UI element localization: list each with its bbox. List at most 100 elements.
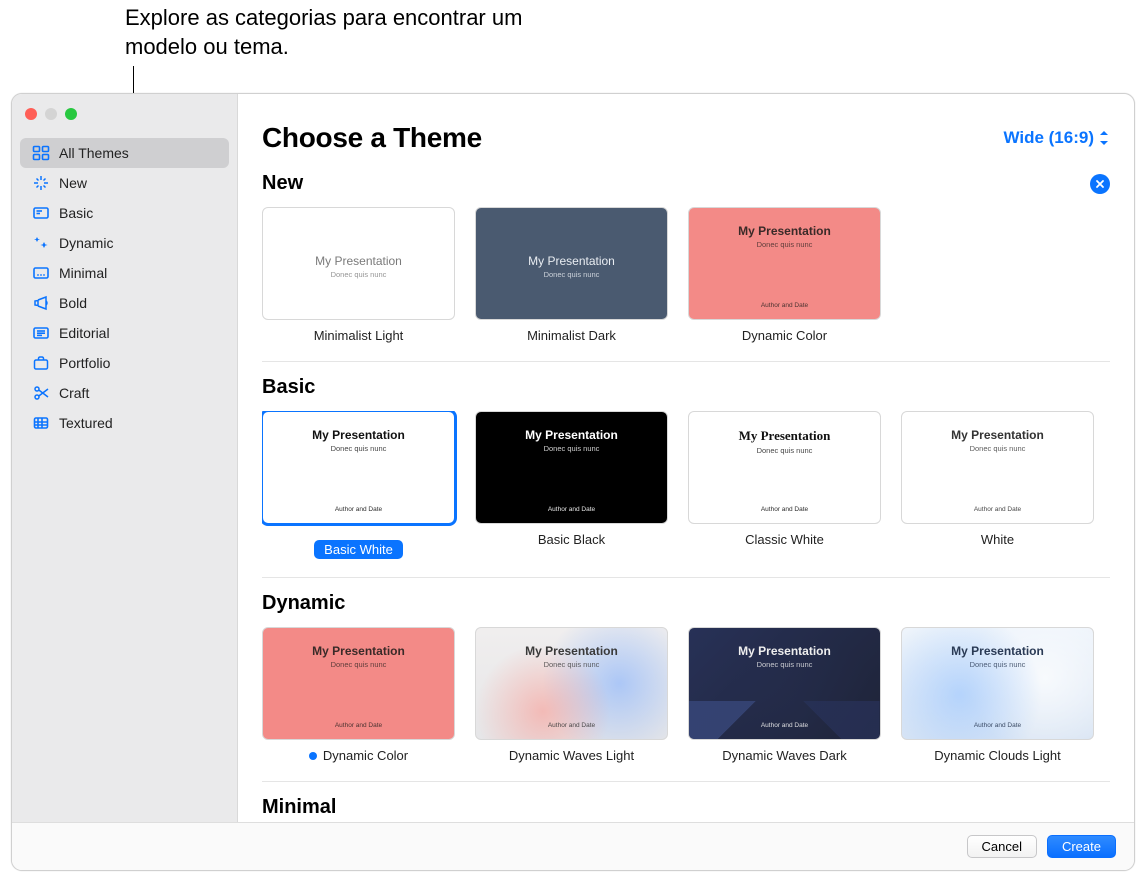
slide-author: Author and Date xyxy=(703,506,866,513)
theme-dynamic-color[interactable]: My PresentationDonec quis nuncAuthor and… xyxy=(262,627,455,763)
theme-label: Dynamic Waves Light xyxy=(475,748,668,763)
footer-bar: Cancel Create xyxy=(12,822,1134,870)
theme-label: Minimalist Dark xyxy=(475,328,668,343)
close-window-button[interactable] xyxy=(25,108,37,120)
help-annotation: Explore as categorias para encontrar um … xyxy=(125,4,525,61)
theme-basic-black[interactable]: My Presentation Donec quis nunc Author and… xyxy=(475,411,668,559)
megaphone-icon xyxy=(32,294,50,312)
main-content: Choose a Theme Wide (16:9) New My Present… xyxy=(238,94,1134,822)
theme-label: Dynamic Color xyxy=(323,748,408,763)
stars-icon xyxy=(32,234,50,252)
sidebar-item-new[interactable]: New xyxy=(20,168,229,198)
cancel-button[interactable]: Cancel xyxy=(967,835,1037,858)
slide-author: Author and Date xyxy=(916,722,1079,729)
sidebar-item-minimal[interactable]: Minimal xyxy=(20,258,229,288)
dots-icon xyxy=(32,264,50,282)
theme-dynamic-waves-dark[interactable]: My PresentationDonec quis nuncAuthor and… xyxy=(688,627,881,763)
sidebar-item-all-themes[interactable]: All Themes xyxy=(20,138,229,168)
slide-title: My Presentation xyxy=(490,428,653,442)
slide-author: Author and Date xyxy=(277,506,440,513)
window-traffic-lights xyxy=(25,108,77,120)
briefcase-icon xyxy=(32,354,50,372)
theme-thumbnail: My PresentationDonec quis nuncAuthor and… xyxy=(262,627,455,740)
text-icon xyxy=(32,324,50,342)
minimize-window-button[interactable] xyxy=(45,108,57,120)
section-minimal: Minimal xyxy=(262,782,1110,822)
new-indicator-dot xyxy=(309,752,317,760)
slide-subtitle: Donec quis nunc xyxy=(703,446,866,455)
aspect-ratio-dropdown[interactable]: Wide (16:9) xyxy=(1003,128,1110,148)
theme-label: Minimalist Light xyxy=(262,328,455,343)
slide-title: My Presentation xyxy=(277,428,440,442)
theme-thumbnail: My Presentation Donec quis nunc xyxy=(475,207,668,320)
theme-thumbnail: My PresentationDonec quis nuncAuthor and… xyxy=(688,627,881,740)
grid-icon xyxy=(32,144,50,162)
sidebar-item-portfolio[interactable]: Portfolio xyxy=(20,348,229,378)
sidebar-item-label: Minimal xyxy=(59,265,107,281)
slide-title: My Presentation xyxy=(490,644,653,658)
section-heading: New xyxy=(262,172,303,195)
scissors-icon xyxy=(32,384,50,402)
slide-author: Author and Date xyxy=(490,506,653,513)
theme-chooser-window: All ThemesNewBasicDynamicMinimalBoldEdit… xyxy=(11,93,1135,871)
theme-thumbnail: My Presentation Donec quis nunc Author and… xyxy=(262,411,455,524)
theme-classic-white[interactable]: My PresentationDonec quis nuncAuthor and… xyxy=(688,411,881,559)
theme-thumbnail: My PresentationDonec quis nunc xyxy=(262,207,455,320)
theme-basic-white[interactable]: My Presentation Donec quis nunc Author and… xyxy=(262,411,455,559)
theme-thumbnail: My Presentation Donec quis nunc Author and… xyxy=(901,411,1094,524)
slide-author: Author and Date xyxy=(703,722,866,729)
section-heading: Dynamic xyxy=(262,592,345,615)
sidebar-item-label: Craft xyxy=(59,385,89,401)
slide-title: My Presentation xyxy=(277,644,440,658)
texture-icon xyxy=(32,414,50,432)
sidebar-item-label: Portfolio xyxy=(59,355,110,371)
theme-thumbnail: My Presentation Donec quis nunc Author and… xyxy=(475,627,668,740)
theme-thumbnail: My PresentationDonec quis nuncAuthor and… xyxy=(688,411,881,524)
theme-thumbnail: My PresentationDonec quis nuncAuthor and… xyxy=(688,207,881,320)
slide-author: Author and Date xyxy=(490,722,653,729)
theme-dynamic-waves-light[interactable]: My Presentation Donec quis nunc Author and… xyxy=(475,627,668,763)
section-basic: BasicMy PresentationDonec quis nuncAutho… xyxy=(262,362,1110,578)
sidebar-item-label: Dynamic xyxy=(59,235,113,251)
sidebar-item-label: Bold xyxy=(59,295,87,311)
slide-author: Author and Date xyxy=(703,302,866,309)
sidebar-item-craft[interactable]: Craft xyxy=(20,378,229,408)
slide-author: Author and Date xyxy=(916,506,1079,513)
theme-white[interactable]: My Presentation Donec quis nunc Author and… xyxy=(901,411,1094,559)
theme-label: Classic White xyxy=(688,532,881,547)
sidebar-item-dynamic[interactable]: Dynamic xyxy=(20,228,229,258)
theme-minimalist-dark[interactable]: My Presentation Donec quis nunc Minimalist… xyxy=(475,207,668,343)
sidebar-item-editorial[interactable]: Editorial xyxy=(20,318,229,348)
theme-label: Dynamic Waves Dark xyxy=(688,748,881,763)
slide-subtitle: Donec quis nunc xyxy=(277,444,440,453)
theme-dynamic-color[interactable]: My PresentationDonec quis nuncAuthor and… xyxy=(688,207,881,343)
slide-subtitle: Donec quis nunc xyxy=(490,444,653,453)
slide-title: My Presentation xyxy=(277,254,440,268)
section-heading: Minimal xyxy=(262,796,336,819)
theme-row: My Presentation Donec quis nunc Author and… xyxy=(262,411,1110,559)
slide-subtitle: Donec quis nunc xyxy=(490,660,653,669)
theme-dynamic-clouds-light[interactable]: My Presentation Donec quis nunc Author and… xyxy=(901,627,1094,763)
sidebar-item-bold[interactable]: Bold xyxy=(20,288,229,318)
sidebar: All ThemesNewBasic Dynamic Minimal Bold Edit… xyxy=(12,94,238,822)
slide-title: My Presentation xyxy=(490,254,653,268)
slide-icon xyxy=(32,204,50,222)
theme-minimalist-light[interactable]: My PresentationDonec quis nunc Minimalist… xyxy=(262,207,455,343)
sidebar-item-basic[interactable]: Basic xyxy=(20,198,229,228)
zoom-window-button[interactable] xyxy=(65,108,77,120)
slide-subtitle: Donec quis nunc xyxy=(703,660,866,669)
slide-title: My Presentation xyxy=(916,644,1079,658)
sidebar-item-textured[interactable]: Textured xyxy=(20,408,229,438)
section-new: New My Presentation Donec quis nunc Minimal… xyxy=(262,158,1110,362)
page-title: Choose a Theme xyxy=(262,122,482,154)
slide-title: My Presentation xyxy=(916,428,1079,442)
slide-subtitle: Donec quis nunc xyxy=(490,270,653,279)
create-button[interactable]: Create xyxy=(1047,835,1116,858)
theme-thumbnail: My Presentation Donec quis nunc Author and… xyxy=(475,411,668,524)
slide-subtitle: Donec quis nunc xyxy=(916,660,1079,669)
chevron-up-down-icon xyxy=(1098,131,1110,145)
slide-subtitle: Donec quis nunc xyxy=(703,240,866,249)
sparkle-icon xyxy=(32,174,50,192)
dismiss-section-button[interactable] xyxy=(1090,174,1110,194)
slide-subtitle: Donec quis nunc xyxy=(916,444,1079,453)
